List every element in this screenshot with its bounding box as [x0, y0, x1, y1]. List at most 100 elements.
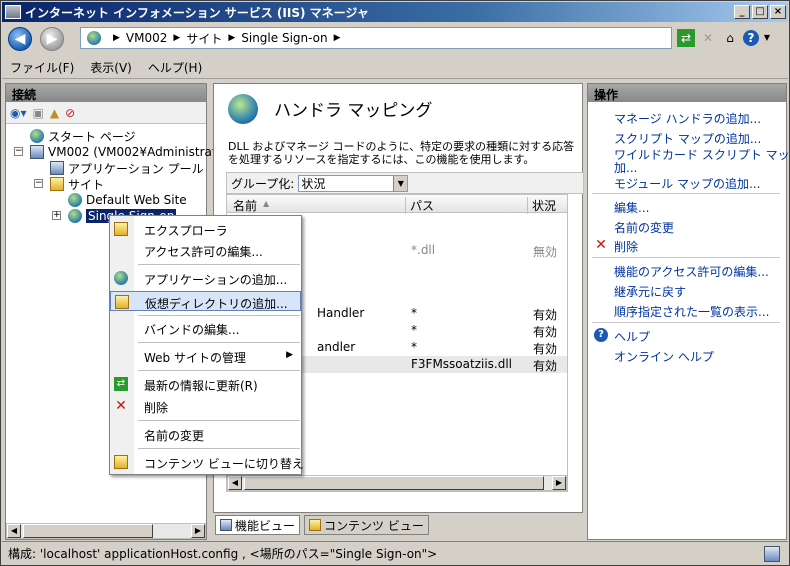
action-edit[interactable]: 編集...	[614, 199, 649, 216]
group-by-bar: グループ化: 状況 ▼	[226, 172, 584, 194]
scroll-thumb[interactable]	[244, 476, 544, 490]
action-edit-feature-permissions[interactable]: 機能のアクセス許可の編集...	[614, 263, 769, 280]
menu-item-explore[interactable]: エクスプローラ	[110, 219, 301, 239]
start-page-icon	[30, 129, 44, 143]
iis-app-icon	[5, 5, 21, 19]
action-add-script-map[interactable]: スクリプト マップの追加...	[614, 130, 761, 147]
title-bar: インターネット インフォメーション サービス (IIS) マネージャ _ □ ×	[2, 2, 788, 22]
save-icon[interactable]: ▣	[33, 106, 44, 120]
actions-title: 操作	[588, 84, 786, 102]
tree-collapse-sites[interactable]: −	[34, 179, 43, 188]
menu-item-add-virtual-directory[interactable]: 仮想ディレクトリの追加...	[110, 291, 301, 311]
menu-view[interactable]: 表示(V)	[82, 59, 140, 76]
explore-icon	[114, 222, 128, 236]
stop-icon[interactable]: ✕	[699, 29, 717, 47]
address-segment-site[interactable]: Single Sign-on	[241, 31, 327, 45]
add-application-icon	[114, 271, 128, 285]
address-segment-sites[interactable]: サイト	[186, 30, 222, 47]
window-title: インターネット インフォメーション サービス (IIS) マネージャ	[25, 5, 369, 20]
scroll-left-icon[interactable]: ◀	[7, 524, 21, 538]
menu-item-rename[interactable]: 名前の変更	[110, 424, 301, 444]
network-status-icon	[764, 546, 780, 562]
delete-x-icon: ✕	[595, 237, 607, 253]
maximize-button[interactable]: □	[752, 5, 768, 19]
menu-help[interactable]: ヘルプ(H)	[140, 59, 210, 76]
menu-separator	[138, 448, 300, 449]
scroll-right-icon[interactable]: ▶	[191, 524, 205, 538]
scroll-right-icon[interactable]: ▶	[552, 476, 566, 490]
menu-file[interactable]: ファイル(F)	[2, 59, 82, 76]
menu-item-delete[interactable]: ✕ 削除	[110, 396, 301, 416]
refresh-icon[interactable]: ⇄	[677, 29, 695, 47]
menu-item-manage-web-site[interactable]: Web サイトの管理 ▶	[110, 346, 301, 366]
column-name[interactable]: 名前	[233, 197, 257, 214]
menu-item-switch-content-view[interactable]: コンテンツ ビューに切り替え	[110, 452, 304, 472]
scroll-thumb[interactable]	[23, 524, 153, 538]
feature-title: ハンドラ マッピング	[274, 101, 433, 121]
address-toolbar: ◀ ▶ ▶ VM002 ▶ サイト ▶ Single Sign-on ▶ ⇄ ✕…	[2, 23, 788, 55]
up-folder-icon[interactable]: ▲	[50, 106, 59, 120]
app-pool-icon	[50, 161, 64, 175]
minimize-button[interactable]: _	[734, 5, 750, 19]
action-rename[interactable]: 名前の変更	[614, 219, 674, 236]
action-add-wildcard-script-map[interactable]: ワイルドカード スクリプト マップの追	[614, 146, 789, 163]
tab-features-view[interactable]: 機能ビュー	[215, 515, 301, 535]
content-view-icon	[114, 455, 128, 469]
chevron-right-icon: ▶	[333, 33, 341, 43]
action-add-wildcard-script-map-cont[interactable]: 加...	[614, 159, 637, 176]
tree-sites[interactable]: サイト	[50, 176, 104, 192]
scroll-left-icon[interactable]: ◀	[228, 476, 242, 490]
list-header: 名前 ▲ パス 状況	[227, 195, 567, 214]
action-add-module-map[interactable]: モジュール マップの追加...	[614, 175, 760, 192]
action-add-managed-handler[interactable]: マネージ ハンドラの追加...	[614, 110, 761, 127]
handler-mappings-icon	[228, 94, 258, 124]
tree-start-page[interactable]: スタート ページ	[30, 128, 136, 144]
close-button[interactable]: ×	[770, 5, 786, 19]
back-button[interactable]: ◀	[8, 27, 32, 51]
chevron-right-icon: ▶	[173, 33, 181, 43]
column-path[interactable]: パス	[405, 197, 434, 214]
action-view-ordered-list[interactable]: 順序指定された一覧の表示...	[614, 303, 769, 320]
action-help[interactable]: ヘルプ	[614, 328, 650, 345]
address-bar[interactable]: ▶ VM002 ▶ サイト ▶ Single Sign-on ▶	[80, 27, 672, 49]
connections-hscrollbar[interactable]: ◀ ▶	[6, 523, 206, 539]
content-view-icon	[309, 519, 322, 531]
tree-default-site[interactable]: Default Web Site	[68, 192, 187, 208]
chevron-right-icon: ▶	[228, 33, 236, 43]
features-view-icon	[220, 519, 232, 531]
iis-manager-window: インターネット インフォメーション サービス (IIS) マネージャ _ □ ×…	[0, 0, 790, 566]
chevron-down-icon[interactable]: ▼	[763, 29, 771, 47]
menu-item-edit-bindings[interactable]: バインドの編集...	[110, 318, 301, 338]
group-by-select[interactable]: 状況 ▼	[298, 174, 409, 192]
chevron-right-icon: ▶	[113, 33, 120, 43]
view-tabs: 機能ビュー コンテンツ ビュー	[215, 515, 429, 535]
server-icon	[30, 145, 44, 159]
action-delete[interactable]: 削除	[614, 238, 638, 255]
action-online-help[interactable]: オンライン ヘルプ	[614, 348, 714, 365]
submenu-arrow-icon: ▶	[286, 350, 293, 360]
tab-content-view[interactable]: コンテンツ ビュー	[304, 515, 429, 535]
list-hscrollbar[interactable]: ◀ ▶	[227, 475, 567, 491]
menu-item-refresh[interactable]: ⇄ 最新の情報に更新(R)	[110, 374, 301, 394]
tree-collapse-server[interactable]: −	[14, 147, 23, 156]
feature-description: DLL およびマネージ コードのように、特定の要求の種類に対する応答を処理するリ…	[228, 140, 575, 166]
add-virtual-directory-icon	[115, 295, 129, 309]
connections-toolbar: ◉▾ ▣ ▲ ⊘	[6, 102, 206, 124]
column-state[interactable]: 状況	[527, 197, 556, 214]
menu-bar: ファイル(F) 表示(V) ヘルプ(H)	[2, 57, 788, 79]
menu-separator	[138, 342, 300, 343]
disconnect-icon[interactable]: ⊘	[65, 106, 75, 120]
help-icon[interactable]: ?	[743, 30, 759, 46]
connect-icon[interactable]: ◉▾	[10, 106, 27, 120]
home-icon[interactable]: ⌂	[721, 29, 739, 47]
address-segment-server[interactable]: VM002	[126, 31, 167, 45]
forward-button[interactable]: ▶	[40, 27, 64, 51]
menu-item-edit-permissions[interactable]: アクセス許可の編集...	[110, 240, 301, 260]
menu-item-add-application[interactable]: アプリケーションの追加...	[110, 268, 301, 288]
tree-expand-single-sign-on[interactable]: +	[52, 211, 61, 220]
tree-server[interactable]: VM002 (VM002¥Administrator)	[30, 144, 234, 160]
toolbar-icons: ⇄ ✕ ⌂ ? ▼	[677, 29, 771, 47]
action-revert-to-inherited[interactable]: 継承元に戻す	[614, 283, 686, 300]
tree-app-pools[interactable]: アプリケーション プール	[50, 160, 204, 176]
actions-pane: 操作 マネージ ハンドラの追加... スクリプト マップの追加... ワイルドカ…	[587, 83, 789, 540]
